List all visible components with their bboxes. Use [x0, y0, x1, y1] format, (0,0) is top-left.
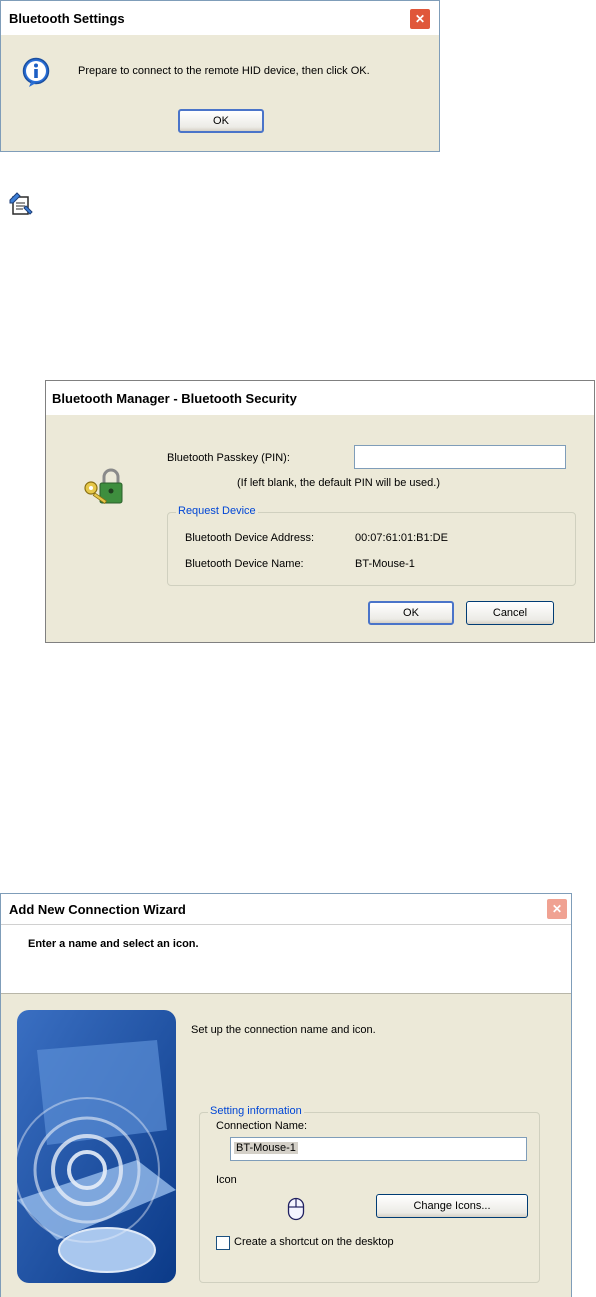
- request-device-group: Request Device Bluetooth Device Address:…: [167, 505, 576, 586]
- header-text: Enter a name and select an icon.: [28, 938, 199, 950]
- dialog-title: Bluetooth Manager - Bluetooth Security: [52, 390, 297, 406]
- mouse-icon: [287, 1197, 305, 1221]
- close-icon: ✕: [414, 12, 426, 26]
- wizard-header: Enter a name and select an icon.: [1, 924, 571, 994]
- connection-name-input[interactable]: BT-Mouse-1: [230, 1137, 527, 1161]
- close-button[interactable]: ✕: [409, 8, 431, 30]
- title-bar: Bluetooth Settings: [1, 1, 439, 35]
- close-icon: ✕: [551, 902, 563, 916]
- address-label: Bluetooth Device Address:: [185, 532, 315, 544]
- dialog-message: Prepare to connect to the remote HID dev…: [78, 65, 370, 77]
- title-bar: Add New Connection Wizard: [1, 894, 571, 924]
- intro-text: Set up the connection name and icon.: [191, 1024, 376, 1036]
- connection-name-label: Connection Name:: [216, 1120, 308, 1132]
- passkey-label: Bluetooth Passkey (PIN):: [167, 452, 290, 464]
- bluetooth-settings-dialog: Bluetooth Settings ✕ Prepare to connect …: [0, 0, 440, 152]
- connection-name-value: BT-Mouse-1: [234, 1142, 298, 1154]
- ok-label: OK: [213, 115, 229, 127]
- dialog-title: Add New Connection Wizard: [9, 901, 186, 917]
- info-icon: [21, 57, 51, 87]
- change-icons-button[interactable]: Change Icons...: [376, 1194, 528, 1218]
- device-name-value: BT-Mouse-1: [355, 558, 415, 570]
- lock-key-icon: [82, 467, 126, 507]
- passkey-hint: (If left blank, the default PIN will be …: [237, 477, 440, 489]
- close-button[interactable]: ✕: [546, 898, 568, 920]
- setting-information-box: Setting information Connection Name: BT-…: [199, 1105, 540, 1283]
- cancel-label: Cancel: [492, 607, 528, 619]
- group-label: Setting information: [208, 1105, 304, 1117]
- title-bar: Bluetooth Manager - Bluetooth Security: [46, 381, 594, 415]
- ok-button[interactable]: OK: [178, 109, 264, 133]
- wizard-illustration: [17, 1010, 176, 1283]
- ok-button[interactable]: OK: [368, 601, 454, 625]
- group-label: Request Device: [176, 505, 258, 517]
- bluetooth-security-dialog: Bluetooth Manager - Bluetooth Security B…: [45, 380, 595, 643]
- ok-label: OK: [403, 607, 419, 619]
- dialog-title: Bluetooth Settings: [9, 10, 125, 26]
- icon-label: Icon: [216, 1174, 237, 1186]
- shortcut-checkbox[interactable]: [216, 1236, 230, 1250]
- device-name-label: Bluetooth Device Name:: [185, 558, 304, 570]
- passkey-input[interactable]: [354, 445, 566, 469]
- note-icon: [8, 192, 34, 218]
- cancel-button[interactable]: Cancel: [466, 601, 554, 625]
- change-icons-label: Change Icons...: [413, 1200, 491, 1212]
- address-value: 00:07:61:01:B1:DE: [355, 532, 448, 544]
- shortcut-label: Create a shortcut on the desktop: [234, 1236, 394, 1248]
